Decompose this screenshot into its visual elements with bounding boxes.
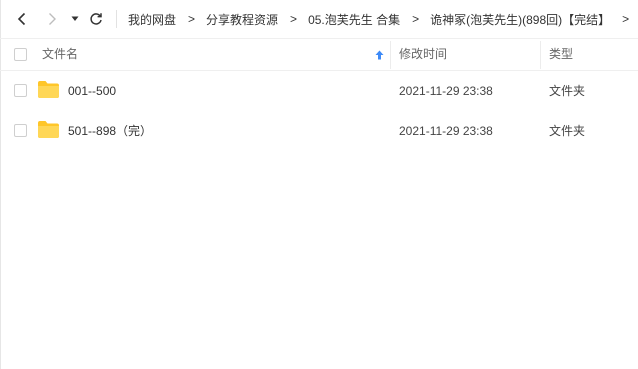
file-type: 文件夹 (549, 84, 586, 98)
file-list-header: 文件名 修改时间 类型 (0, 38, 638, 71)
file-row[interactable]: 001--500 2021-11-29 23:38 文件夹 (0, 71, 638, 111)
column-header-name[interactable]: 文件名 (42, 39, 78, 70)
row-checkbox[interactable] (14, 124, 27, 137)
chevron-right-icon (49, 13, 56, 25)
file-modified-time: 2021-11-29 23:38 (399, 124, 493, 138)
breadcrumb: 我的网盘 > 分享教程资源 > 05.泡芙先生 合集 > 诡神冢(泡芙先生)(8… (128, 0, 638, 38)
navigation-bar: 我的网盘 > 分享教程资源 > 05.泡芙先生 合集 > 诡神冢(泡芙先生)(8… (0, 0, 638, 38)
breadcrumb-separator: > (290, 12, 298, 26)
breadcrumb-item-root[interactable]: 我的网盘 (128, 11, 176, 28)
refresh-button[interactable] (86, 9, 106, 29)
breadcrumb-item-collection[interactable]: 05.泡芙先生 合集 (308, 11, 400, 28)
row-checkbox[interactable] (14, 84, 27, 97)
breadcrumb-item-share[interactable]: 分享教程资源 (206, 11, 278, 28)
forward-button[interactable] (42, 9, 62, 29)
file-name[interactable]: 501--898（完） (68, 111, 152, 151)
column-header-type[interactable]: 类型 (549, 39, 573, 70)
folder-icon (38, 121, 59, 138)
nav-divider (116, 10, 117, 28)
breadcrumb-separator: > (188, 12, 196, 26)
chevron-left-icon (17, 12, 26, 26)
file-name[interactable]: 001--500 (68, 71, 116, 111)
sort-up-arrow-icon[interactable] (375, 50, 384, 60)
back-button[interactable] (12, 9, 32, 29)
file-modified-time: 2021-11-29 23:38 (399, 84, 493, 98)
select-all-checkbox[interactable] (14, 48, 27, 61)
column-divider[interactable] (540, 41, 541, 69)
refresh-icon (90, 13, 102, 25)
column-divider[interactable] (390, 41, 391, 69)
breadcrumb-separator: > (412, 12, 420, 26)
column-header-modified[interactable]: 修改时间 (399, 39, 447, 70)
file-row[interactable]: 501--898（完） 2021-11-29 23:38 文件夹 (0, 111, 638, 151)
breadcrumb-item-current[interactable]: 诡神冢(泡芙先生)(898回)【完结】 (430, 11, 610, 28)
breadcrumb-separator: > (622, 12, 630, 26)
file-type: 文件夹 (549, 124, 586, 138)
triangle-down-icon (71, 16, 79, 21)
folder-icon (38, 81, 59, 98)
history-dropdown-button[interactable] (66, 9, 84, 29)
